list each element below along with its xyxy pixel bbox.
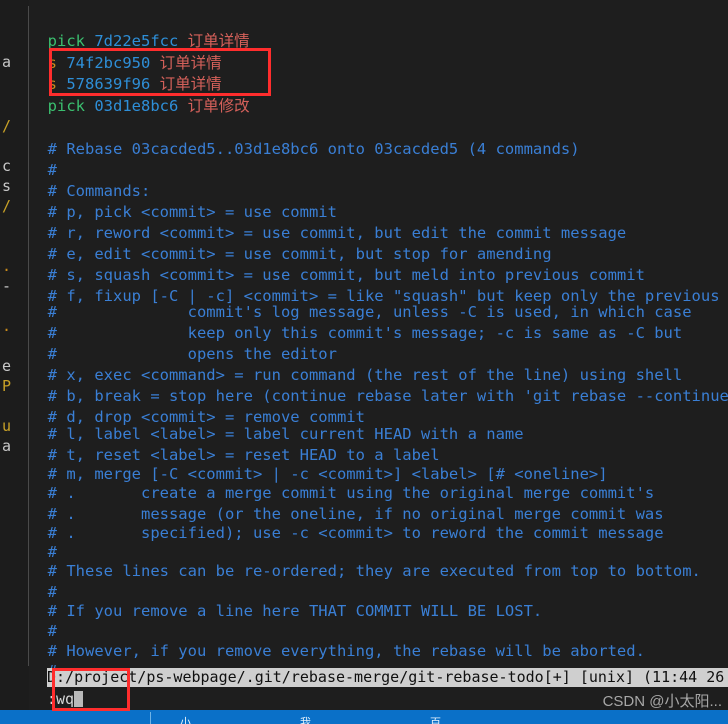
- rebase-help-comment-line: # p, pick <commit> = use commit: [29, 203, 337, 221]
- rebase-help-comment-line: # e, edit <commit> = use commit, but sto…: [29, 245, 552, 263]
- background-text-fragment: P: [2, 377, 12, 395]
- text-cursor: [74, 691, 84, 707]
- rebase-help-comment-line: # keep only this commit's message; -c is…: [29, 324, 683, 342]
- rebase-help-comment-line: #: [29, 543, 57, 561]
- vim-status-line: D:/project/ps-webpage/.git/rebase-merge/…: [47, 668, 728, 687]
- rebase-help-comment-line: # If you remove a line here THAT COMMIT …: [29, 602, 543, 620]
- csdn-watermark: CSDN @小太阳...: [602, 693, 722, 710]
- rebase-help-comment-line: # x, exec <command> = run command (the r…: [29, 366, 683, 384]
- background-text-fragment: -: [2, 277, 12, 295]
- todo-token: 订单详情: [187, 32, 250, 50]
- background-text-fragment: a: [2, 53, 12, 71]
- background-text-fragment: /: [2, 117, 12, 135]
- rebase-help-comment-line: #: [29, 622, 57, 640]
- todo-token: pick: [29, 32, 95, 50]
- vim-editor-buffer[interactable]: pick 7d22e5fcc 订单详情 s 74f2bc950 订单详情 s 5…: [29, 0, 728, 710]
- taskbar-item[interactable]: 我: [300, 714, 311, 724]
- rebase-todo-line[interactable]: pick 7d22e5fcc 订单详情: [29, 31, 250, 51]
- rebase-help-comment-line: # r, reword <commit> = use commit, but e…: [29, 224, 627, 242]
- todo-token: 7d22e5fcc: [94, 32, 188, 50]
- windows-taskbar[interactable]: 小我百: [0, 710, 728, 724]
- rebase-help-comment-line: # However, if you remove everything, the…: [29, 642, 645, 660]
- rebase-help-comment-line: # . message (or the oneline, if no origi…: [29, 505, 664, 523]
- todo-token: pick: [29, 97, 95, 115]
- rebase-help-comment-line: # opens the editor: [29, 345, 337, 363]
- rebase-help-comment-line: # t, reset <label> = reset HEAD to a lab…: [29, 446, 440, 464]
- rebase-help-comment-line: #: [29, 161, 57, 179]
- todo-token: 订单修改: [187, 97, 250, 115]
- rebase-help-comment-line: # Commands:: [29, 182, 151, 200]
- background-text-fragment: .: [2, 257, 12, 275]
- todo-token: s: [29, 54, 67, 72]
- background-window-sliver[interactable]: a / c s /. -. e Pu a: [0, 0, 29, 710]
- rebase-help-comment-line: # commit's log message, unless -C is use…: [29, 303, 692, 321]
- rebase-help-comment-line: # l, label <label> = label current HEAD …: [29, 425, 524, 443]
- taskbar-divider: [150, 712, 151, 724]
- rebase-help-comment-line: # These lines can be re-ordered; they ar…: [29, 562, 701, 580]
- rebase-todo-line[interactable]: s 74f2bc950 订单详情: [29, 53, 222, 73]
- todo-token: 74f2bc950: [66, 54, 160, 72]
- todo-token: 578639f96: [66, 75, 160, 93]
- rebase-help-comment-line: # s, squash <commit> = use commit, but m…: [29, 266, 645, 284]
- todo-token: s: [29, 75, 67, 93]
- screen: a/cs/.-.ePua - ~ pick 7d22e5fcc 订单详情 s 7…: [0, 0, 728, 724]
- background-text-fragment: a: [2, 437, 12, 455]
- todo-token: 订单详情: [159, 54, 222, 72]
- vim-command-line[interactable]: :wq: [47, 690, 84, 709]
- taskbar-item[interactable]: 小: [180, 714, 191, 724]
- background-text-fragment: s: [2, 177, 12, 195]
- background-text-fragment: e: [2, 357, 12, 375]
- rebase-help-comment-line: # . create a merge commit using the orig…: [29, 484, 655, 502]
- command-text: :wq: [47, 690, 75, 708]
- background-text-fragment: u: [2, 417, 12, 435]
- rebase-help-comment-line: # . specified); use -c <commit> to rewor…: [29, 524, 664, 542]
- taskbar-item[interactable]: 百: [430, 714, 441, 724]
- rebase-help-comment-line: # b, break = stop here (continue rebase …: [29, 387, 728, 405]
- todo-token: 订单详情: [159, 75, 222, 93]
- rebase-help-comment-line: # m, merge [-C <commit> | -c <commit>] <…: [29, 465, 608, 483]
- background-text-fragment: /: [2, 197, 12, 215]
- rebase-todo-line[interactable]: s 578639f96 订单详情: [29, 74, 222, 94]
- rebase-help-comment-line: #: [29, 583, 57, 601]
- todo-token: 03d1e8bc6: [94, 97, 188, 115]
- background-text-fragment: .: [2, 317, 12, 335]
- rebase-help-comment-line: # Rebase 03cacded5..03d1e8bc6 onto 03cac…: [29, 140, 580, 158]
- background-text-fragment: c: [2, 157, 12, 175]
- rebase-todo-line[interactable]: pick 03d1e8bc6 订单修改: [29, 96, 250, 116]
